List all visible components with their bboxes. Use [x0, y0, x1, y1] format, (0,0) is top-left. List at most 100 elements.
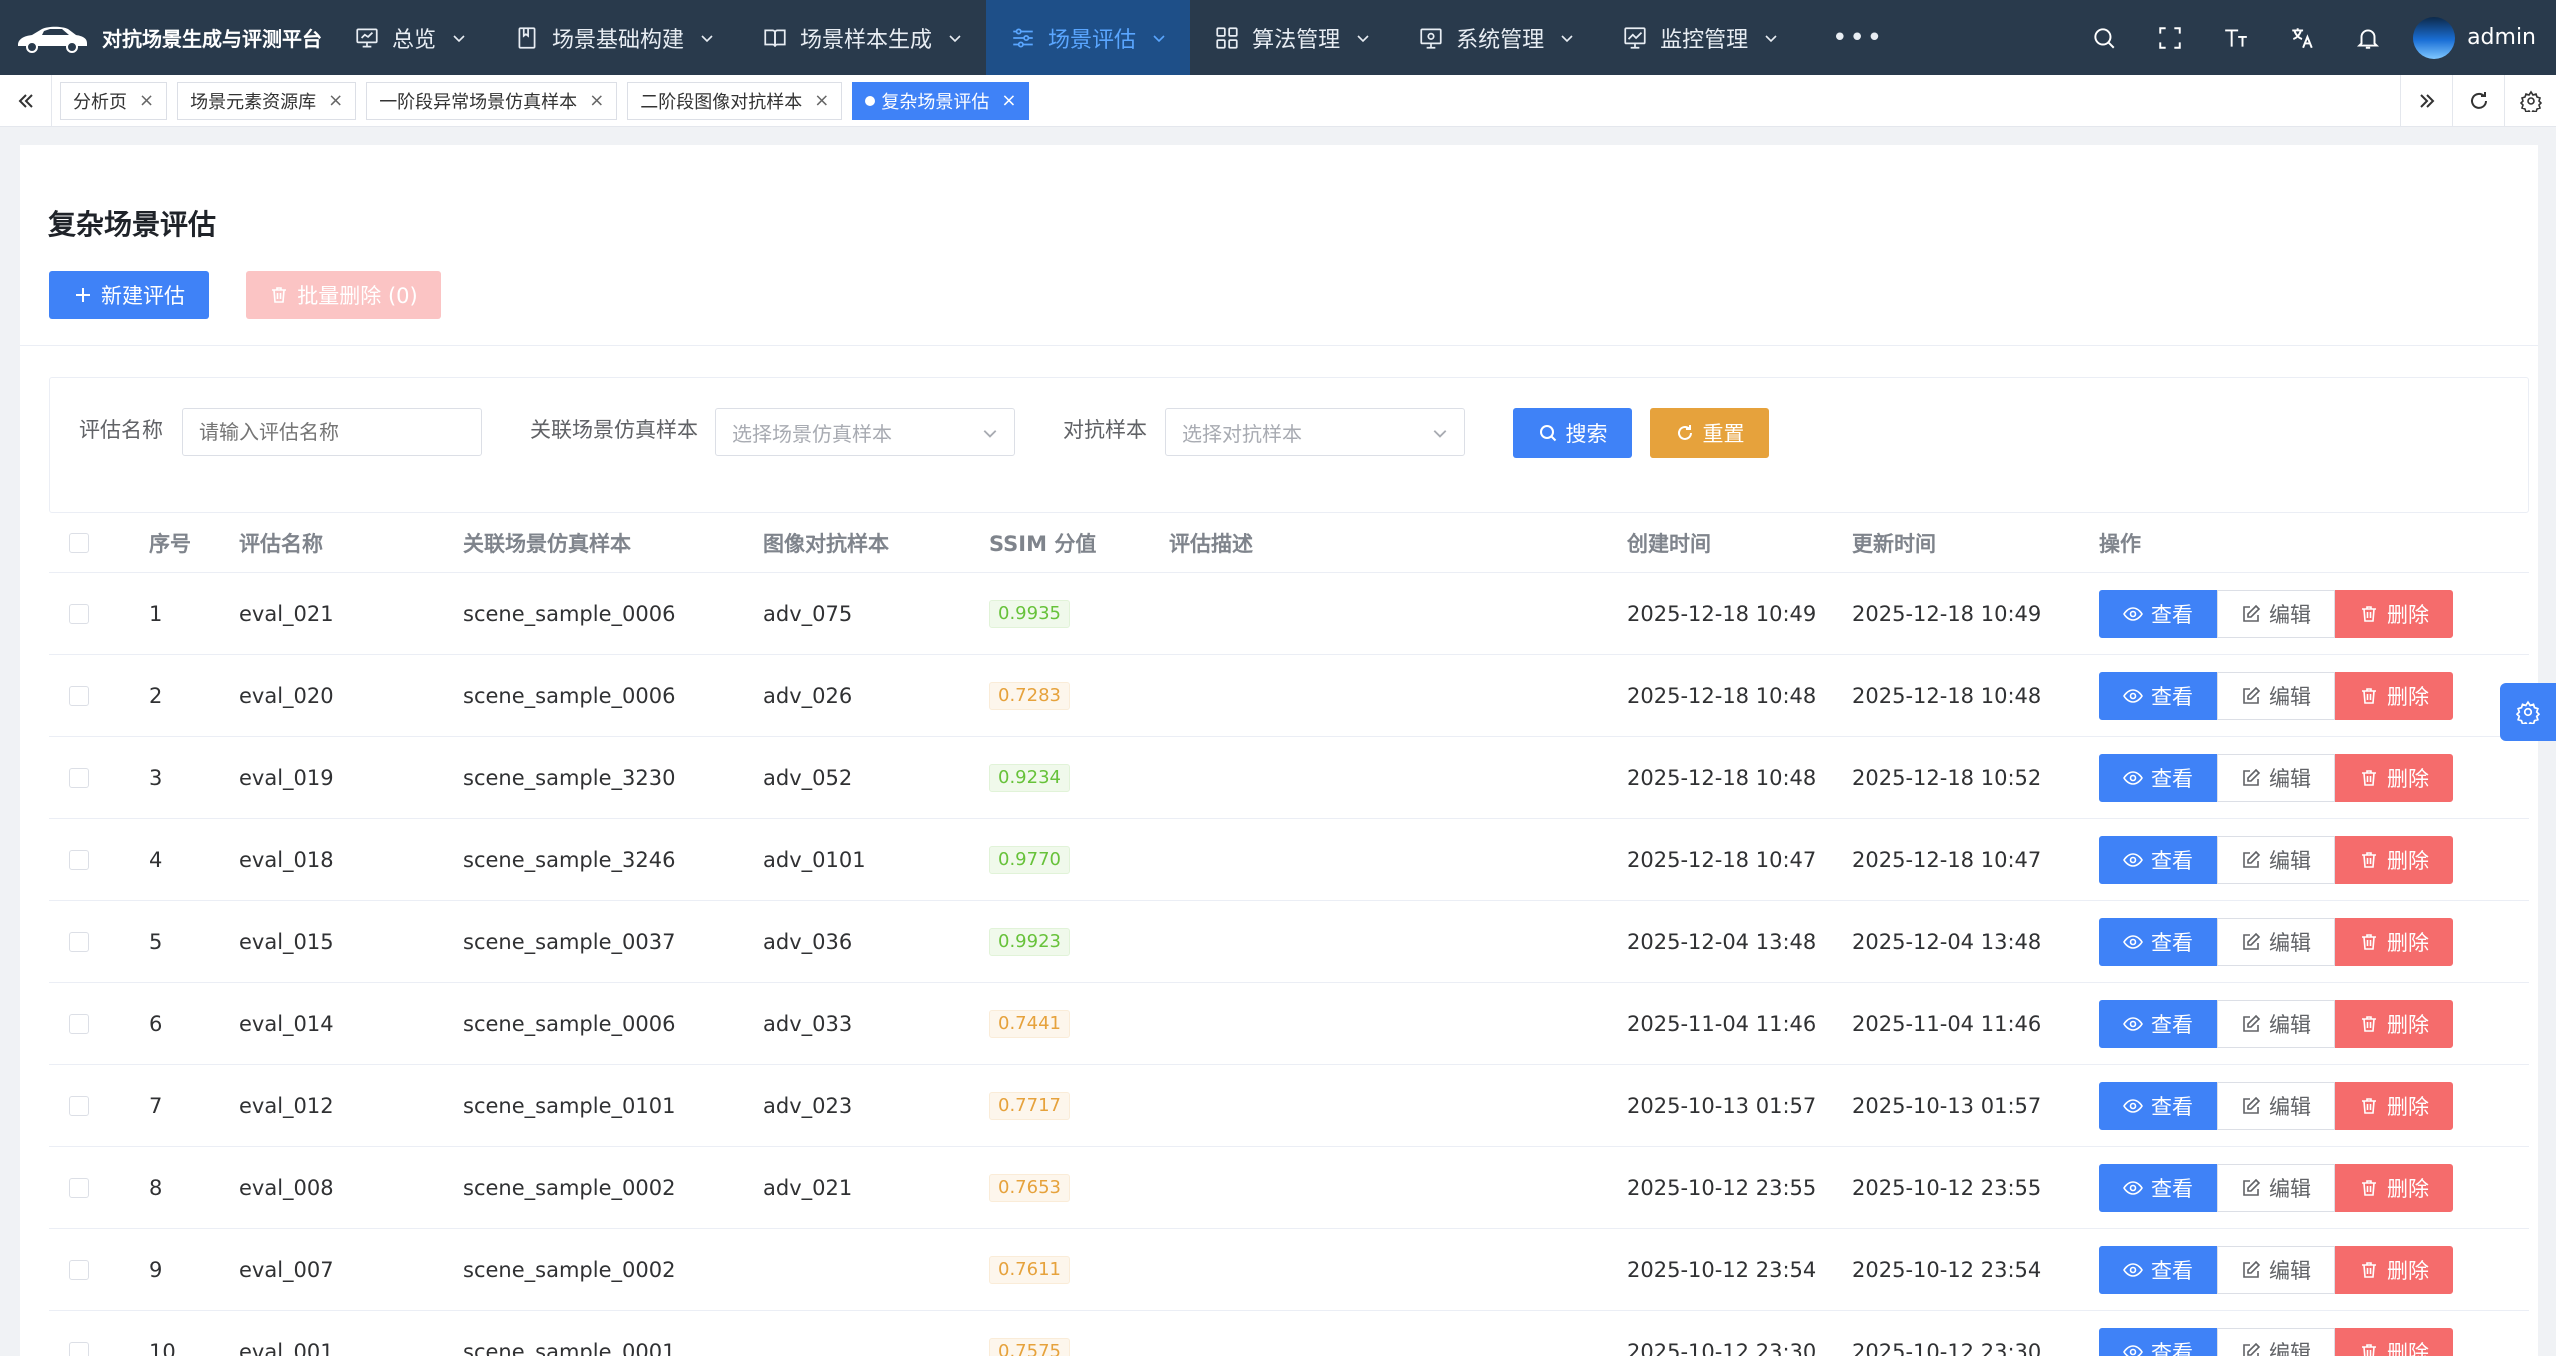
cell-scene: scene_sample_0002: [463, 1257, 676, 1282]
tags-bar: 分析页 × 场景元素资源库 × 一阶段异常场景仿真样本 × 二阶段图像对抗样本 × 复杂…: [0, 74, 2556, 127]
menu-item-sample-gen[interactable]: 场景样本生成: [738, 0, 986, 75]
row-checkbox[interactable]: [69, 1259, 89, 1280]
view-button[interactable]: 查看: [2099, 1245, 2217, 1294]
tag-stage2-adv[interactable]: 二阶段图像对抗样本 ×: [627, 81, 843, 120]
ssim-badge: 0.7611: [989, 1255, 1070, 1284]
scroll-right-button[interactable]: [2400, 74, 2452, 127]
menu-item-system[interactable]: 系统管理: [1394, 0, 1598, 75]
edit-button[interactable]: 编辑: [2217, 671, 2335, 720]
view-button[interactable]: 查看: [2099, 1327, 2217, 1356]
edit-button[interactable]: 编辑: [2217, 1163, 2335, 1212]
row-checkbox[interactable]: [69, 767, 89, 788]
edit-button[interactable]: 编辑: [2217, 753, 2335, 802]
trash-icon: [2362, 769, 2376, 786]
tags-settings-button[interactable]: [2504, 74, 2556, 127]
view-button[interactable]: 查看: [2099, 917, 2217, 966]
delete-button[interactable]: 删除: [2335, 753, 2453, 802]
menu-item-monitor[interactable]: 监控管理: [1598, 0, 1802, 75]
book-icon: [518, 26, 536, 49]
row-checkbox[interactable]: [69, 849, 89, 870]
delete-button[interactable]: 删除: [2335, 1081, 2453, 1130]
translate-icon[interactable]: [2269, 0, 2335, 75]
monitor-icon: [356, 27, 378, 48]
batch-delete-button[interactable]: 批量删除 (0): [246, 271, 441, 319]
tag-list: 分析页 × 场景元素资源库 × 一阶段异常场景仿真样本 × 二阶段图像对抗样本 × 复杂…: [52, 75, 2400, 127]
more-menu-button[interactable]: •••: [1802, 0, 1914, 75]
close-icon[interactable]: ×: [814, 90, 829, 111]
chevron-down-icon: [701, 34, 713, 42]
view-button[interactable]: 查看: [2099, 589, 2217, 638]
tag-scene-resources[interactable]: 场景元素资源库 ×: [177, 81, 357, 120]
button-label: 删除: [2387, 684, 2429, 709]
close-icon[interactable]: ×: [139, 90, 154, 111]
view-button[interactable]: 查看: [2099, 1081, 2217, 1130]
new-eval-button[interactable]: 新建评估: [49, 271, 209, 319]
delete-button[interactable]: 删除: [2335, 917, 2453, 966]
delete-button[interactable]: 删除: [2335, 1327, 2453, 1356]
table-row: 4 eval_018 scene_sample_3246 adv_0101 0.9770…: [49, 819, 2529, 901]
refresh-button[interactable]: [2452, 74, 2504, 127]
adv-sample-select[interactable]: 选择对抗样本: [1165, 408, 1465, 456]
delete-button[interactable]: 删除: [2335, 999, 2453, 1048]
select-all-checkbox[interactable]: [69, 532, 89, 553]
tag-label: 二阶段图像对抗样本: [640, 91, 803, 113]
tag-stage1-samples[interactable]: 一阶段异常场景仿真样本 ×: [366, 81, 618, 120]
row-checkbox[interactable]: [69, 1095, 89, 1116]
scene-sample-select[interactable]: 选择场景仿真样本: [715, 408, 1015, 456]
search-button[interactable]: 搜索: [1513, 408, 1632, 458]
user-menu[interactable]: admin: [2401, 0, 2556, 75]
row-checkbox[interactable]: [69, 685, 89, 706]
view-button[interactable]: 查看: [2099, 835, 2217, 884]
button-label: 查看: [2151, 1258, 2193, 1283]
brand[interactable]: 对抗场景生成与评测平台: [0, 0, 330, 75]
fullscreen-icon[interactable]: [2137, 0, 2203, 75]
tag-complex-eval[interactable]: 复杂场景评估 ×: [852, 81, 1030, 120]
row-checkbox[interactable]: [69, 1341, 89, 1356]
plus-icon: [76, 288, 90, 302]
row-checkbox[interactable]: [69, 931, 89, 952]
scroll-left-button[interactable]: [0, 74, 52, 127]
button-label: 查看: [2151, 1340, 2193, 1356]
avatar: [2413, 16, 2456, 59]
settings-drawer-button[interactable]: [2500, 683, 2556, 741]
view-button[interactable]: 查看: [2099, 999, 2217, 1048]
close-icon[interactable]: ×: [589, 90, 604, 111]
button-label: 删除: [2387, 602, 2429, 627]
reset-button[interactable]: 重置: [1650, 408, 1769, 458]
menu-item-overview[interactable]: 总览: [330, 0, 490, 75]
menu-item-scene-build[interactable]: 场景基础构建: [490, 0, 738, 75]
delete-button[interactable]: 删除: [2335, 1163, 2453, 1212]
col-created: 创建时间: [1627, 531, 1711, 556]
bell-icon[interactable]: [2335, 0, 2401, 75]
row-checkbox[interactable]: [69, 603, 89, 624]
row-checkbox[interactable]: [69, 1013, 89, 1034]
view-button[interactable]: 查看: [2099, 671, 2217, 720]
delete-button[interactable]: 删除: [2335, 1245, 2453, 1294]
eye-icon: [2123, 606, 2143, 621]
view-button[interactable]: 查看: [2099, 753, 2217, 802]
tag-analysis[interactable]: 分析页 ×: [60, 81, 168, 120]
delete-button[interactable]: 删除: [2335, 835, 2453, 884]
edit-button[interactable]: 编辑: [2217, 1245, 2335, 1294]
edit-button[interactable]: 编辑: [2217, 999, 2335, 1048]
delete-button[interactable]: 删除: [2335, 671, 2453, 720]
delete-button[interactable]: 删除: [2335, 589, 2453, 638]
edit-button[interactable]: 编辑: [2217, 589, 2335, 638]
edit-button[interactable]: 编辑: [2217, 1327, 2335, 1356]
edit-button[interactable]: 编辑: [2217, 1081, 2335, 1130]
table-header: 序号 评估名称 关联场景仿真样本 图像对抗样本 SSIM 分值 评估描述 创建时…: [49, 513, 2529, 573]
app-title: 对抗场景生成与评测平台: [102, 27, 322, 51]
menu-item-scene-eval[interactable]: 场景评估: [986, 0, 1191, 75]
close-icon[interactable]: ×: [1001, 90, 1016, 111]
trash-icon: [2362, 1343, 2376, 1356]
row-checkbox[interactable]: [69, 1177, 89, 1198]
close-icon[interactable]: ×: [328, 90, 343, 111]
search-icon[interactable]: [2071, 0, 2137, 75]
view-button[interactable]: 查看: [2099, 1163, 2217, 1212]
button-label: 查看: [2151, 1012, 2193, 1037]
font-size-icon[interactable]: [2203, 0, 2269, 75]
edit-button[interactable]: 编辑: [2217, 917, 2335, 966]
edit-button[interactable]: 编辑: [2217, 835, 2335, 884]
menu-item-algorithm[interactable]: 算法管理: [1190, 0, 1394, 75]
eval-name-input[interactable]: [182, 408, 482, 456]
